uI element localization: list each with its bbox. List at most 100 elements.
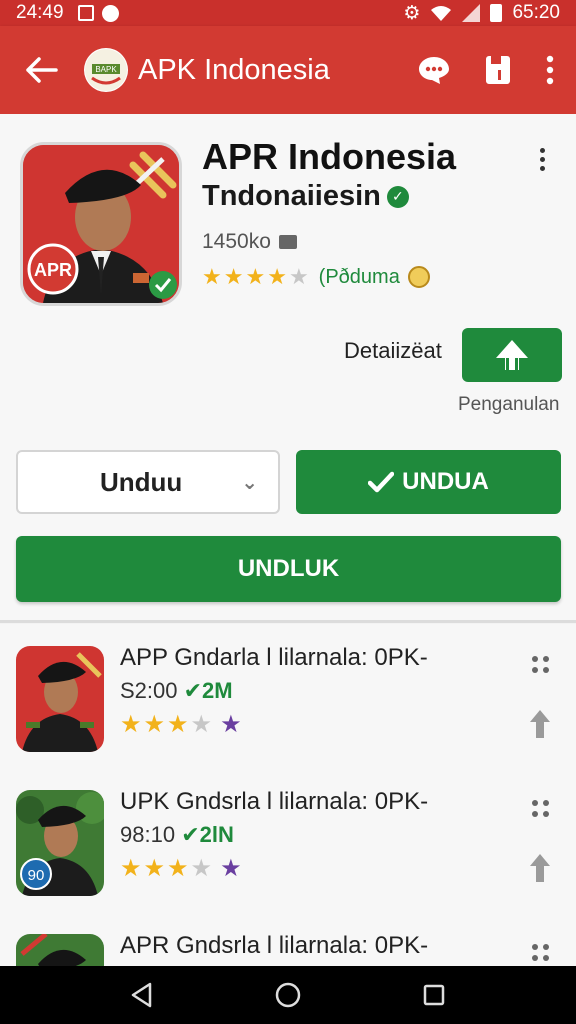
square-recents-icon: [423, 984, 445, 1006]
overflow-menu-button[interactable]: [546, 55, 554, 85]
list-item[interactable]: APP Gndarla l lilarnala: 0PK- S2:00 ✔2M …: [0, 624, 576, 768]
list-item-title: UPK Gndsrla l lilarnala: 0PK-: [120, 788, 429, 815]
list-item-rating: ★ ★ ★ ★ ★: [120, 854, 242, 883]
star-icon: ★: [245, 264, 266, 289]
svg-text:APR: APR: [34, 260, 72, 280]
star-icon: ★: [120, 711, 142, 738]
share-button[interactable]: [462, 328, 562, 382]
list-item-upload-button[interactable]: [528, 852, 552, 889]
nav-home-button[interactable]: [274, 981, 302, 1009]
star-icon: ★: [167, 711, 189, 738]
rating-label: (Pðduma: [318, 265, 400, 288]
verified-icon: ✓: [386, 185, 409, 208]
more-vertical-icon: [546, 55, 554, 85]
list-item[interactable]: APR Gndsrla l lilarnala: 0PK-: [0, 912, 576, 966]
list-item[interactable]: 90 UPK Gndsrla l lilarnala: 0PK- 98:10 ✔…: [0, 768, 576, 912]
check-icon: [368, 471, 395, 493]
star-icon: ★: [167, 855, 189, 882]
app-header: APR APR Indonesia Tndonaiiesin ✓ 1450ko …: [0, 114, 576, 620]
svg-text:90: 90: [28, 867, 45, 884]
list-item-price: 98:10: [120, 822, 176, 847]
star-half-icon: ★: [190, 711, 213, 738]
circle-home-icon: [275, 982, 301, 1008]
list-item-title: APR Gndsrla l lilarnala: 0PK-: [120, 932, 429, 959]
chat-icon: [419, 57, 449, 84]
app-notification-icon: [101, 4, 119, 22]
featured-star-icon: ★: [220, 855, 242, 882]
version-dropdown[interactable]: Unduu ⌄: [16, 450, 280, 514]
app-icon-image: APR: [23, 145, 179, 303]
nav-recents-button[interactable]: [422, 983, 446, 1007]
triangle-back-icon: [131, 982, 152, 1008]
app-thumbnail-icon: 90: [16, 790, 104, 896]
star-icon: ★: [202, 264, 222, 289]
featured-star-icon: ★: [220, 711, 242, 738]
star-icon: ★: [120, 855, 142, 882]
list-item-icon: 90: [16, 790, 104, 896]
details-label: Detaiizëat: [344, 338, 442, 363]
list-item-menu-button[interactable]: [532, 656, 549, 673]
list-item-downloads: ✔2lN: [181, 822, 234, 847]
app-thumbnail-icon: [16, 934, 104, 966]
developer-name-label: Tndonaiiesin: [202, 180, 381, 212]
list-item-icon: [16, 646, 104, 752]
back-arrow-icon: [26, 57, 58, 83]
app-name: APR Indonesia: [202, 136, 457, 177]
status-bar: 24:49 ⚙ 65:20: [0, 0, 576, 26]
app-size-label: 1450ko: [202, 230, 271, 253]
nav-back-button[interactable]: [130, 982, 154, 1008]
app-bar: BAPK APK Indonesia: [0, 26, 576, 114]
list-item-downloads: ✔2M: [183, 678, 233, 703]
settings-icon: ⚙: [403, 2, 421, 24]
star-half-icon: ★: [190, 855, 213, 882]
download-button-label: UNDLUK: [237, 555, 340, 582]
list-item-rating: ★ ★ ★ ★ ★: [120, 710, 242, 739]
related-apps-list: APP Gndarla l lilarnala: 0PK- S2:00 ✔2M …: [0, 624, 576, 966]
developer-name[interactable]: Tndonaiiesin ✓: [202, 180, 409, 213]
app-rating: ★ ★ ★ ★ ★ (Pðduma: [202, 264, 430, 290]
logo-icon: BAPK: [85, 49, 127, 91]
app-logo: BAPK: [84, 48, 128, 92]
star-icon: ★: [143, 855, 166, 882]
dropdown-label: Unduu: [100, 466, 183, 497]
list-item-icon: [16, 934, 104, 966]
star-icon: ★: [267, 264, 287, 289]
install-button-label: UNDUA: [402, 468, 489, 495]
upload-arrow-icon: [530, 710, 550, 738]
star-icon: ★: [143, 711, 166, 738]
file-icon: [486, 56, 510, 84]
list-item-price: S2:00: [120, 678, 178, 703]
star-icon: ★: [223, 264, 244, 289]
section-divider: [0, 620, 576, 623]
app-thumbnail-icon: [16, 646, 104, 752]
svg-text:BAPK: BAPK: [95, 65, 117, 74]
app-bar-title: APK Indonesia: [138, 53, 330, 86]
download-button[interactable]: UNDLUK: [16, 536, 561, 602]
battery-icon: [490, 4, 503, 22]
list-item-menu-button[interactable]: [532, 800, 549, 817]
wifi-icon: [431, 6, 452, 21]
upload-icon: [496, 340, 528, 370]
chat-button[interactable]: [418, 55, 450, 85]
status-clock-right: 65:20: [512, 2, 560, 23]
system-nav-bar: [0, 966, 576, 1024]
upload-arrow-icon: [530, 854, 550, 882]
list-item-meta: 98:10 ✔2lN: [120, 822, 234, 848]
status-time: 24:49: [16, 2, 64, 23]
back-button[interactable]: [0, 56, 84, 84]
app-size: 1450ko: [202, 230, 297, 254]
header-overflow-button[interactable]: [540, 148, 545, 171]
list-item-meta: S2:00 ✔2M: [120, 678, 233, 704]
notification-icon: [77, 5, 94, 21]
star-half-icon: ★: [288, 264, 309, 289]
list-item-upload-button[interactable]: [528, 708, 552, 745]
list-item-menu-button[interactable]: [532, 944, 549, 961]
emoji-icon: [407, 266, 430, 288]
share-caption: Penganulan: [458, 394, 560, 415]
chevron-down-icon: ⌄: [241, 471, 258, 494]
list-item-title: APP Gndarla l lilarnala: 0PK-: [120, 644, 428, 671]
install-button[interactable]: UNDUA: [296, 450, 561, 514]
storage-icon: [278, 235, 297, 249]
save-button[interactable]: [484, 54, 512, 86]
app-icon: APR: [20, 142, 182, 306]
